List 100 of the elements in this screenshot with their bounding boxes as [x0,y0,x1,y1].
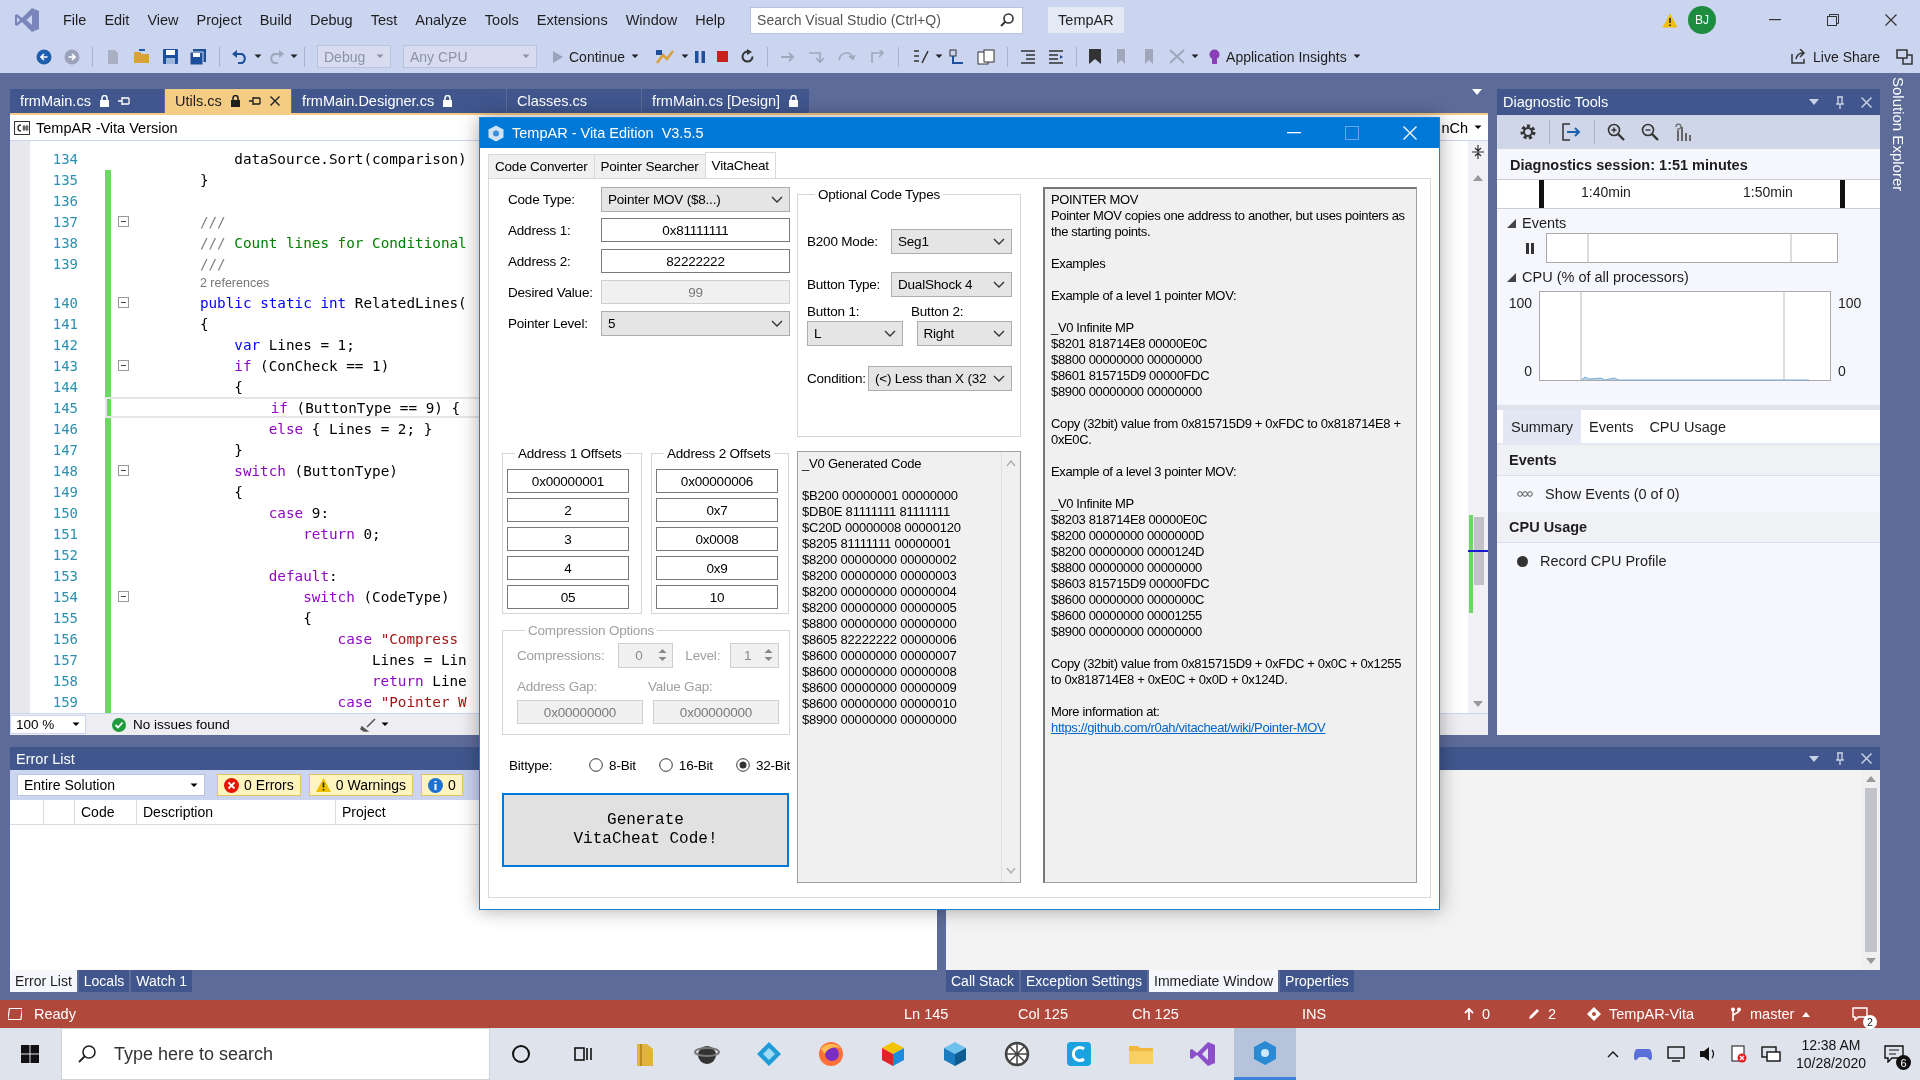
document-tab[interactable]: frmMain.cs [10,89,164,113]
close-icon[interactable] [1885,14,1897,26]
scroll-thumb[interactable] [1865,788,1877,952]
gamepad-icon[interactable] [1632,1047,1653,1061]
panel-tab[interactable]: Call Stack [946,970,1020,992]
text-field[interactable]: 4 [507,556,629,580]
collapse-icon[interactable] [117,591,129,602]
menu-item[interactable]: Build [250,9,301,31]
text-field[interactable]: 10 [656,585,778,609]
dropdown[interactable]: Seg1 [891,229,1012,254]
tool-window-tab[interactable]: Solution Explorer [1890,73,1907,196]
open-folder-icon[interactable] [133,49,151,64]
text-field[interactable]: 0x9 [656,556,778,580]
branch-indicator[interactable]: master [1730,1006,1830,1022]
menu-item[interactable]: Debug [300,9,362,31]
close-icon[interactable] [269,96,280,106]
settings-icon[interactable] [1519,123,1537,141]
radio-label[interactable]: 8-Bit [609,757,636,773]
menu-item[interactable]: Extensions [527,9,617,31]
cube-icon[interactable] [879,1040,907,1068]
link[interactable]: https://github.com/r0ah/vitacheat/wiki/Pointer-MOV [1051,720,1326,736]
menu-item[interactable]: Help [686,9,735,31]
dropdown[interactable]: 5 [601,310,790,336]
panel-tab[interactable]: Watch 1 [131,970,193,992]
menu-item[interactable]: Edit [95,9,139,31]
action-link[interactable]: Record CPU Profile [1540,553,1667,569]
document-tab[interactable]: Utils.cs [165,89,291,113]
collapse-icon[interactable] [117,360,129,371]
collapse-icon[interactable] [117,465,129,476]
dropdown-icon[interactable] [1809,99,1819,105]
document-tab[interactable]: frmMain.Designer.cs [292,89,506,113]
panel-tab[interactable]: Immediate Window [1149,970,1279,992]
range-marker[interactable] [1840,180,1845,208]
bar-chart-icon[interactable] [1675,123,1691,141]
display-icon[interactable] [1666,1046,1685,1062]
notification-icon[interactable] [1852,1007,1868,1021]
zoom-out-icon[interactable] [1641,123,1659,141]
text-field[interactable]: 0x0008 [656,527,778,551]
text-field[interactable]: 2 [507,498,629,522]
chevron-up-icon[interactable] [1606,1050,1619,1058]
column-header[interactable]: Description [137,800,336,824]
dropdown-icon[interactable] [1809,755,1819,762]
insights-button[interactable]: Application Insights [1203,45,1367,68]
repository-indicator[interactable]: TempAR-Vita [1587,1006,1730,1022]
split-icon[interactable] [1471,145,1485,159]
clock[interactable]: 12:38 AM 10/28/2020 [1795,1036,1866,1072]
menu-item[interactable]: File [54,9,96,31]
dropdown[interactable]: Right [916,321,1012,346]
menu-item[interactable]: Window [616,9,687,31]
search-bar[interactable]: Type here to search [61,1028,490,1080]
search-icon[interactable] [1000,13,1015,27]
document-tab[interactable]: frmMain.cs [Design] [642,89,809,113]
pause-icon[interactable] [1526,242,1534,254]
radio-button[interactable] [735,758,750,772]
dropdown[interactable]: (<) Less than X (32 [868,366,1012,391]
search-field[interactable]: Search Visual Studio (Ctrl+Q) [751,12,1001,28]
panel-tab[interactable]: Locals [78,970,130,992]
live-share-button[interactable]: Live Share [1785,45,1886,68]
menu-item[interactable]: Tools [475,9,528,31]
zoom-dropdown[interactable]: 100 % [10,715,86,734]
text-field[interactable]: 0x81111111 [601,218,790,242]
filter-button[interactable]: 0 Warnings [308,774,414,796]
collapse-icon[interactable] [117,216,129,227]
save-all-icon[interactable] [190,48,207,65]
zoom-in-icon[interactable] [1607,123,1625,141]
minimize-icon[interactable] [1769,19,1781,21]
continue-button[interactable]: Continue [547,45,646,68]
text-field[interactable]: 0x7 [656,498,778,522]
radio-button[interactable] [589,758,604,772]
codelens-link[interactable]: 2 references [199,276,270,290]
dropdown[interactable]: Pointer MOV ($8...) [601,186,790,212]
wheel-icon[interactable] [1003,1040,1031,1068]
export-icon[interactable] [1562,123,1582,141]
search-bar[interactable]: Search Visual Studio (Ctrl+Q) [750,6,1024,34]
filter-button[interactable]: 0 Errors [217,774,301,796]
avatar[interactable]: BJ [1688,6,1716,34]
generate-button[interactable]: Generate VitaCheat Code! [502,793,789,867]
tab[interactable]: Code Converter [488,154,595,178]
tab-overflow-icon[interactable] [1472,89,1482,95]
text-field[interactable]: 3 [507,527,629,551]
action-link[interactable]: Show Events (0 of 0) [1545,486,1680,502]
back-icon[interactable] [36,48,52,65]
menu-item[interactable]: Project [187,9,251,31]
stack-icon[interactable] [977,48,996,65]
text-field[interactable]: 82222222 [601,249,790,273]
range-marker[interactable] [1539,180,1544,208]
tab[interactable]: CPU Usage [1641,410,1734,443]
tab[interactable]: Events [1581,410,1642,443]
push-indicator[interactable]: 0 [1464,1006,1528,1022]
brush-icon[interactable] [359,717,376,732]
bookmark-icon[interactable] [1089,49,1102,64]
tab[interactable]: Pointer Searcher [593,154,706,178]
save-icon[interactable] [163,49,178,64]
panel-tab[interactable]: Error List [10,970,77,992]
undo-icon[interactable] [232,49,248,64]
indent-icon[interactable] [1020,49,1037,64]
panel-tab[interactable]: Exception Settings [1021,970,1147,992]
collapse-icon[interactable] [117,297,129,308]
project-dropdown[interactable]: TempAR -Vita Version [10,119,178,136]
scope-dropdown[interactable]: Entire Solution [17,774,205,796]
